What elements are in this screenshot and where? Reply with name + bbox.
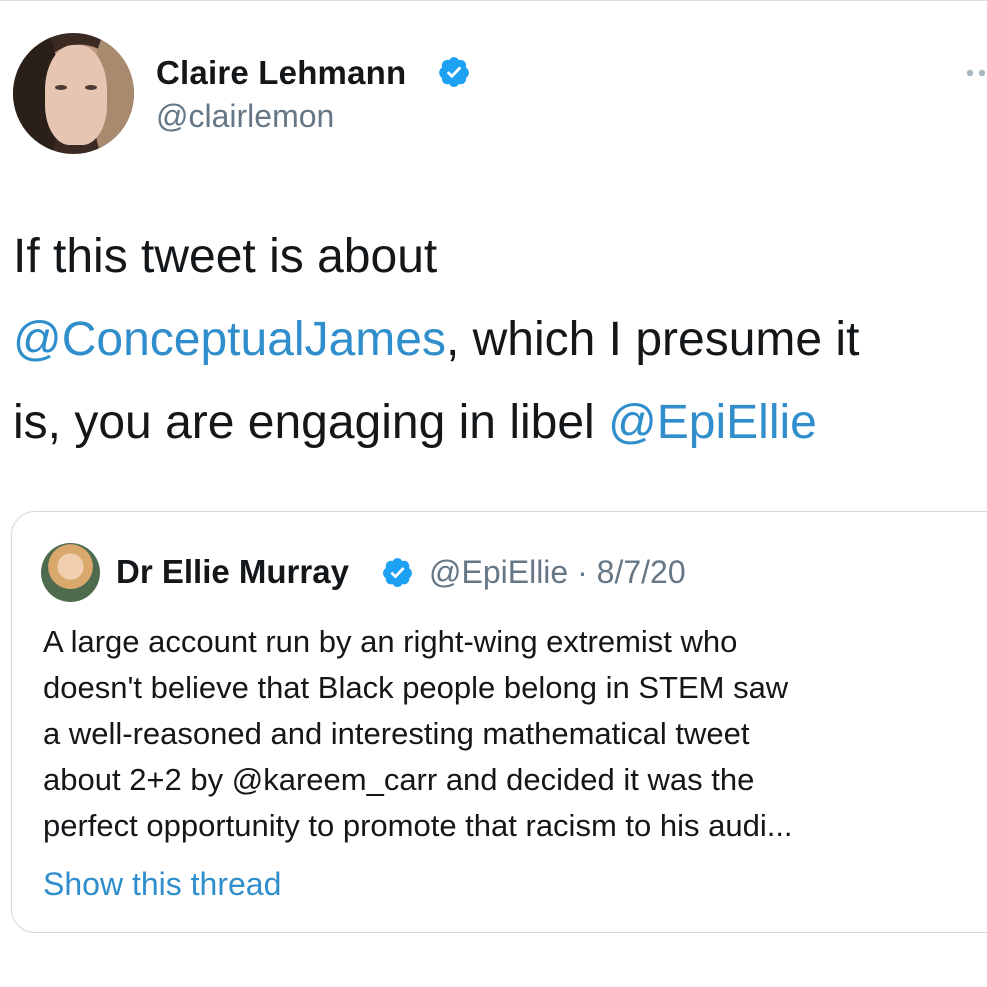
tweet-text: If this tweet is about @ConceptualJames, … [13, 215, 987, 464]
quoted-author-avatar[interactable] [41, 543, 100, 602]
quoted-author-name[interactable]: Dr Ellie Murray [116, 553, 349, 591]
quoted-text-line: doesn't believe that Black people belong… [43, 670, 789, 705]
tweet-text-line: @ConceptualJames, which I presume it [13, 298, 987, 381]
author-avatar[interactable] [13, 33, 134, 154]
quoted-text-line: about 2+2 by @kareem_carr and decided it… [43, 762, 755, 797]
tweet-text-segment: , which I presume it [445, 313, 860, 366]
quoted-text-line: perfect opportunity to promote that raci… [43, 808, 793, 843]
tweet-text-line: If this tweet is about [13, 215, 987, 298]
mention-link[interactable]: @ConceptualJames [13, 313, 446, 366]
verified-badge-icon [439, 57, 469, 87]
author-display-name[interactable]: Claire Lehmann [156, 54, 406, 92]
tweet-text-line: is, you are engaging in libel @EpiEllie [13, 381, 987, 464]
show-thread-link[interactable]: Show this thread [43, 866, 281, 903]
quoted-text-line: A large account run by an right-wing ext… [43, 624, 738, 659]
quoted-text-line: a well-reasoned and interesting mathemat… [43, 716, 750, 751]
quoted-author-handle-date[interactable]: @EpiEllie · 8/7/20 [429, 554, 686, 591]
top-divider [0, 0, 987, 1]
author-handle[interactable]: @clairlemon [156, 98, 334, 135]
tweet-text-segment: is, you are engaging in libel [13, 396, 609, 449]
tweet-text-segment: If this tweet is about [13, 230, 438, 283]
quoted-tweet-text: A large account run by an right-wing ext… [43, 619, 983, 849]
mention-link[interactable]: @EpiEllie [608, 396, 817, 449]
verified-badge-icon [383, 558, 412, 588]
more-options-icon[interactable] [966, 69, 987, 77]
